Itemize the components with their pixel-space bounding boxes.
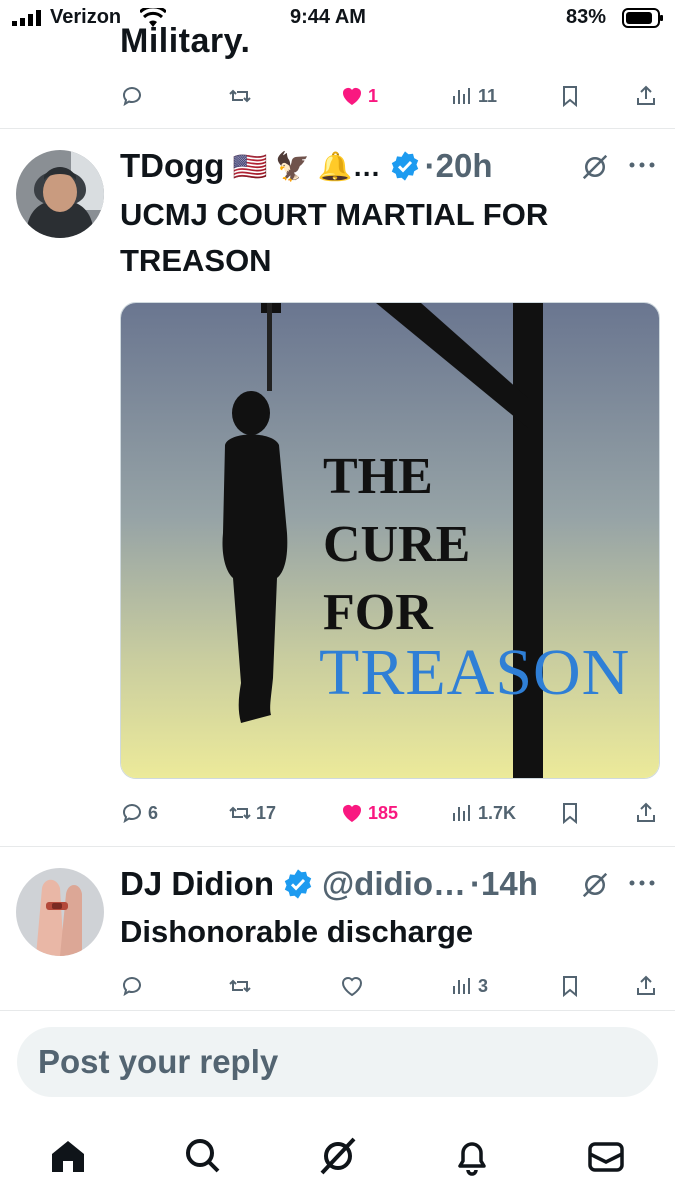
- like-button[interactable]: 1: [340, 80, 378, 112]
- avatar[interactable]: [16, 868, 104, 956]
- repost-count: 17: [256, 802, 277, 823]
- bookmark-icon: [563, 803, 577, 825]
- share-button[interactable]: [634, 80, 658, 112]
- post-header: DJ Didion @didio… ·14h: [120, 864, 538, 904]
- image-caption-line: CURE: [323, 516, 471, 573]
- share-icon: [637, 975, 655, 995]
- search-icon[interactable]: [182, 1136, 222, 1176]
- bookmark-button[interactable]: [558, 797, 582, 829]
- like-count: 185: [368, 802, 399, 823]
- status-bar: Verizon 9:44 AM 83%: [0, 0, 675, 40]
- post-text: UCMJ COURT MARTIAL FOR TREASON: [120, 192, 548, 284]
- image-caption: THE CURE FOR: [323, 443, 470, 647]
- reply-icon: [123, 804, 141, 824]
- verified-badge-icon: [391, 151, 418, 181]
- bookmark-icon: [563, 976, 577, 998]
- views-button[interactable]: 3: [450, 970, 488, 1002]
- post-time[interactable]: ·14h: [470, 865, 538, 903]
- view-count: 1.7K: [478, 802, 517, 823]
- like-count: 1: [368, 85, 379, 106]
- repost-button[interactable]: [228, 80, 252, 112]
- avatar-image: [16, 868, 104, 956]
- post-header: TDogg 🇺🇸 🦅 🔔… ·20h: [120, 146, 492, 186]
- more-options-icon[interactable]: [628, 876, 656, 890]
- analytics-icon: [453, 88, 470, 104]
- avatar[interactable]: [16, 150, 104, 238]
- display-name[interactable]: DJ Didion: [120, 865, 274, 903]
- notifications-icon[interactable]: [452, 1136, 492, 1176]
- previous-post-text: Military.: [120, 22, 251, 60]
- image-caption-line: THE: [323, 448, 433, 505]
- post-text-line: TREASON: [120, 243, 272, 278]
- post-image[interactable]: THE CURE FOR TREASON: [120, 302, 660, 779]
- analytics-icon: [453, 805, 470, 821]
- repost-icon: [229, 979, 251, 993]
- avatar-image: [16, 150, 104, 238]
- repost-button[interactable]: [228, 970, 252, 1002]
- share-button[interactable]: [634, 797, 658, 829]
- reply-button[interactable]: [120, 80, 144, 112]
- name-emojis: 🇺🇸 🦅 🔔…: [232, 150, 381, 182]
- grok-icon[interactable]: [580, 152, 610, 182]
- post-time[interactable]: ·20h: [425, 147, 493, 185]
- grok-icon[interactable]: [580, 870, 610, 900]
- previous-post-actions: 1 11: [0, 80, 675, 120]
- views-button[interactable]: 11: [450, 80, 497, 112]
- more-options-icon[interactable]: [628, 158, 656, 172]
- bookmark-icon: [563, 86, 577, 108]
- divider: [0, 1010, 675, 1011]
- reply-count: 6: [148, 802, 159, 823]
- clock: 9:44 AM: [290, 6, 366, 28]
- bookmark-button[interactable]: [558, 80, 582, 112]
- reply-placeholder: Post your reply: [38, 1043, 279, 1080]
- divider: [0, 846, 675, 847]
- handle[interactable]: @didio…: [322, 865, 466, 903]
- like-button[interactable]: [340, 970, 364, 1002]
- share-button[interactable]: [634, 970, 658, 1002]
- view-count: 11: [478, 85, 498, 106]
- view-count: 3: [478, 975, 489, 996]
- repost-button[interactable]: 17: [228, 797, 276, 829]
- share-icon: [637, 802, 655, 822]
- reply-icon: [123, 87, 141, 107]
- heart-icon: [341, 977, 363, 997]
- battery-icon: [622, 8, 663, 28]
- heart-filled-icon: [343, 88, 361, 105]
- messages-icon[interactable]: [586, 1136, 626, 1176]
- grok-tab-icon[interactable]: [318, 1136, 358, 1176]
- display-name[interactable]: TDogg: [120, 147, 224, 185]
- reply-button[interactable]: [120, 970, 144, 1002]
- post-actions: 6 17 185 1.7K: [0, 797, 675, 837]
- divider: [0, 128, 675, 129]
- reply-icon: [123, 977, 141, 997]
- image-caption-treason: TREASON: [319, 636, 631, 709]
- post-actions: 3: [0, 970, 675, 1010]
- bookmark-button[interactable]: [558, 970, 582, 1002]
- heart-filled-icon: [343, 805, 361, 822]
- views-button[interactable]: 1.7K: [450, 797, 516, 829]
- reply-button[interactable]: 6: [120, 797, 158, 829]
- analytics-icon: [453, 978, 470, 994]
- battery-percent: 83%: [566, 6, 607, 28]
- like-button[interactable]: 185: [340, 797, 398, 829]
- repost-icon: [229, 806, 251, 820]
- post-text-line: UCMJ COURT MARTIAL FOR: [120, 197, 549, 232]
- repost-icon: [229, 89, 251, 103]
- home-icon[interactable]: [48, 1136, 88, 1176]
- signal-icon: [12, 10, 41, 26]
- post-text: Dishonorable discharge: [120, 914, 474, 949]
- verified-badge-icon: [284, 869, 312, 899]
- share-icon: [637, 85, 655, 105]
- carrier-label: Verizon: [50, 6, 122, 28]
